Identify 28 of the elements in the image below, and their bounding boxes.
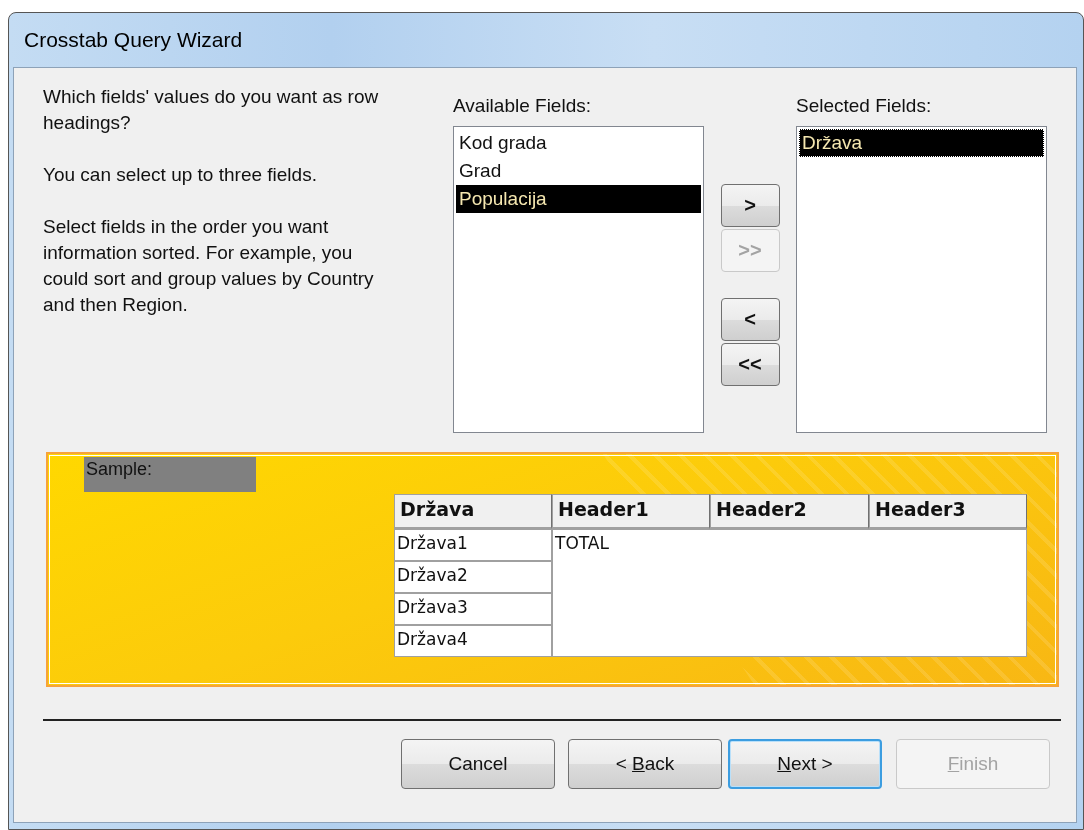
dialog-button[interactable]: Cancel bbox=[401, 739, 555, 789]
field-list[interactable]: Kod grada Grad Populacija bbox=[453, 126, 704, 433]
instruction-text: Select fields in the order you want information sorted. For example, you could sort and group values by Country and then Region. bbox=[43, 215, 375, 317]
dialog-button[interactable]: Next > bbox=[728, 739, 882, 789]
list-item[interactable]: Kod grada bbox=[456, 129, 701, 157]
row-heading: Država1 bbox=[394, 529, 552, 561]
column-header: Država bbox=[394, 494, 552, 529]
row-heading: Država3 bbox=[394, 593, 552, 625]
move-button[interactable]: > bbox=[720, 184, 780, 227]
instruction-text: Which fields' values do you want as row headings? bbox=[43, 85, 380, 135]
list-item[interactable]: Država bbox=[799, 129, 1044, 157]
list-label: Available Fields: bbox=[453, 95, 592, 118]
row-heading: Država2 bbox=[394, 561, 552, 593]
column-header: Header1 bbox=[552, 494, 710, 529]
dialog-button[interactable]: < Back bbox=[568, 739, 722, 789]
column-header: Header2 bbox=[710, 494, 869, 529]
sample-label: Sample: bbox=[84, 457, 256, 492]
move-button[interactable]: < bbox=[720, 298, 780, 341]
list-item[interactable]: Populacija bbox=[456, 185, 701, 213]
list-label: Selected Fields: bbox=[796, 95, 933, 118]
move-button[interactable]: << bbox=[720, 343, 780, 386]
list-item[interactable]: Grad bbox=[456, 157, 701, 185]
window-title: Crosstab Query Wizard bbox=[24, 28, 243, 52]
column-header: Header3 bbox=[869, 494, 1027, 529]
instruction-text: You can select up to three fields. bbox=[43, 163, 318, 187]
value-cell: TOTAL bbox=[552, 529, 1027, 657]
row-heading: Država4 bbox=[394, 625, 552, 657]
field-list[interactable]: Država bbox=[796, 126, 1047, 433]
